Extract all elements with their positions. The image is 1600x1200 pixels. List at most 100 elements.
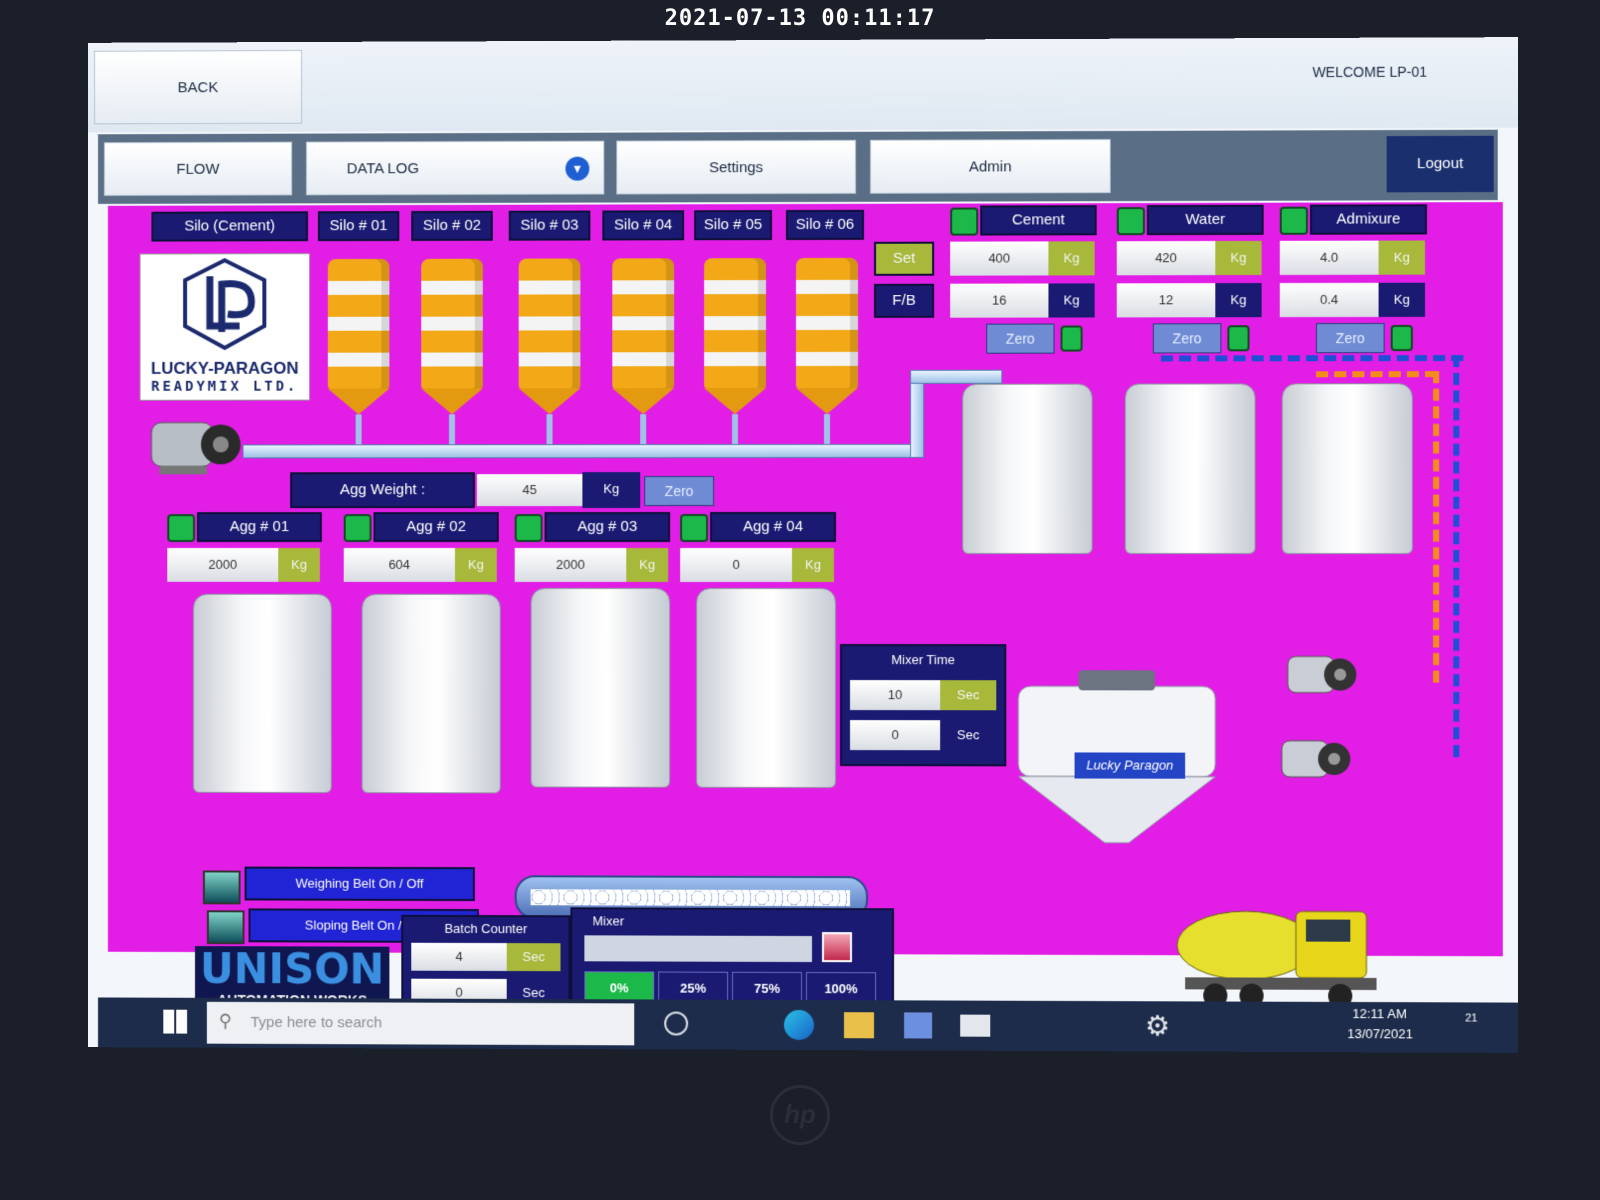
agg-value: 0: [680, 547, 793, 582]
material-status-led: [950, 207, 979, 236]
tab-datalog[interactable]: DATA LOG ▼: [306, 140, 605, 196]
silo-label: Silo # 06: [786, 209, 865, 241]
company-logo: LUCKY-PARAGON READYMIX LTD.: [139, 253, 310, 401]
agg-name-label: Agg # 04: [710, 511, 837, 543]
taskbar-time: 12:11 AM: [1352, 1006, 1407, 1022]
weighing-belt-label[interactable]: Weighing Belt On / Off: [244, 866, 475, 902]
material-name-label: Cement: [980, 205, 1097, 236]
material-fb-unit: Kg: [1378, 282, 1425, 317]
mail-icon[interactable]: [960, 1014, 991, 1037]
edge-icon[interactable]: [784, 1009, 814, 1041]
material-name-label: Water: [1146, 204, 1264, 236]
tab-admin[interactable]: Admin: [870, 138, 1111, 194]
top-bar: BACK WELCOME LP-01: [88, 37, 1518, 133]
mixer-gate-bar: [584, 935, 812, 963]
store-icon[interactable]: [904, 1012, 933, 1039]
cement-feed-pipe: [910, 371, 925, 458]
cement-silo: [421, 258, 483, 451]
material-fb-unit: Kg: [1215, 283, 1262, 318]
material-name-label: Admixure: [1309, 204, 1428, 235]
agg-weight-value: 45: [476, 474, 583, 507]
file-explorer-icon[interactable]: [844, 1012, 875, 1039]
silo-label: Silo # 03: [508, 210, 591, 241]
back-button[interactable]: BACK: [94, 49, 303, 125]
admixture-pipe: [1316, 371, 1438, 378]
material-status-led: [1279, 206, 1308, 235]
fb-label: F/B: [874, 283, 935, 318]
material-set-value: 400: [950, 241, 1049, 276]
agg-value: 604: [343, 547, 455, 582]
pump-icon: [1282, 644, 1363, 704]
agg-bin-04: [696, 587, 837, 789]
silo-label: Silo # 01: [317, 211, 400, 242]
task-view-icon[interactable]: [664, 1011, 689, 1036]
settings-icon[interactable]: ⚙: [1145, 1009, 1170, 1042]
material-set-value: 420: [1116, 240, 1216, 276]
sloping-belt-toggle-icon[interactable]: [206, 910, 245, 945]
agg-name-label: Agg # 03: [544, 512, 671, 543]
cement-silo: [704, 258, 767, 451]
material-set-unit: Kg: [1215, 240, 1262, 276]
material-fb-value: 12: [1116, 283, 1216, 318]
windows-start-icon[interactable]: [163, 1009, 188, 1034]
agg-unit: Kg: [454, 547, 497, 582]
agg-unit: Kg: [278, 547, 320, 582]
scada-panel: Silo (Cement) Silo # 01 Silo # 02 Silo # 0…: [107, 202, 1503, 1027]
cement-silo: [327, 258, 390, 451]
logout-button[interactable]: Logout: [1386, 135, 1494, 193]
material-set-value: 4.0: [1279, 240, 1379, 275]
material-zero-led: [1060, 325, 1083, 352]
motor-icon: [144, 409, 243, 479]
tab-datalog-label: DATA LOG: [346, 160, 420, 178]
windows-taskbar: ⚲ Type here to search ⚙ 12:11 AM 13/07/2…: [98, 997, 1518, 1053]
notification-icon[interactable]: 21: [1447, 1012, 1477, 1040]
material-fb-unit: Kg: [1048, 283, 1095, 318]
admixture-hopper: [1281, 383, 1413, 555]
silo-label: Silo # 04: [602, 210, 685, 241]
agg-value: 2000: [514, 547, 627, 582]
mixer-time-set-unit: Sec: [940, 680, 997, 711]
material-set-unit: Kg: [1048, 241, 1095, 276]
brand-line1: UNISON: [199, 944, 385, 994]
notification-count: 21: [1465, 1012, 1478, 1025]
taskbar-date: 13/07/2021: [1347, 1026, 1413, 1042]
hmi-screen: BACK WELCOME LP-01 FLOW DATA LOG ▼ Setti…: [88, 37, 1518, 1053]
material-fb-value: 16: [950, 283, 1049, 318]
material-zero-button[interactable]: Zero: [986, 323, 1055, 354]
photo-timestamp: 2021-07-13 00:11:17: [664, 6, 936, 31]
agg-bin-01: [193, 593, 332, 794]
mixer-time-label: Mixer Time: [891, 652, 955, 668]
mixer-gate-indicator[interactable]: [822, 932, 853, 963]
lp-logo-icon: [141, 254, 309, 354]
material-zero-button[interactable]: Zero: [1152, 323, 1222, 354]
admixture-pipe-down: [1433, 371, 1440, 683]
tab-flow[interactable]: FLOW: [103, 141, 293, 196]
agg-name-label: Agg # 01: [196, 512, 322, 543]
batch-counter-set-unit: Sec: [506, 943, 561, 972]
nav-bar: FLOW DATA LOG ▼ Settings Admin Logout: [98, 129, 1498, 204]
mixer-time-set-value: 10: [850, 680, 941, 711]
agg-bin-02: [361, 593, 501, 794]
taskbar-search-box[interactable]: ⚲ Type here to search: [206, 1001, 635, 1046]
agg-status-led: [680, 514, 709, 543]
chevron-down-icon[interactable]: ▼: [565, 156, 590, 181]
logo-line2: READYMIX LTD.: [151, 378, 299, 395]
material-set-unit: Kg: [1378, 240, 1425, 275]
search-icon: ⚲: [218, 1010, 232, 1031]
cement-silo: [612, 258, 675, 451]
mixer-truck-icon: [1155, 895, 1387, 1016]
mixer-time-fb-value: 0: [850, 720, 941, 751]
agg-weight-zero-button[interactable]: Zero: [644, 476, 715, 507]
agg-value: 2000: [167, 547, 279, 582]
material-zero-button[interactable]: Zero: [1316, 322, 1385, 354]
weighing-belt-toggle-icon[interactable]: [202, 870, 241, 905]
agg-status-led: [167, 514, 196, 543]
logo-line1: LUCKY-PARAGON: [150, 358, 299, 378]
cement-silo: [518, 258, 581, 451]
agg-bin-03: [530, 587, 671, 788]
mixer-time-fb-unit: Sec: [940, 720, 997, 751]
silo-conveyor-pipe: [242, 443, 913, 459]
agg-status-led: [343, 514, 372, 543]
tab-settings[interactable]: Settings: [616, 139, 857, 195]
water-hopper: [1124, 383, 1256, 555]
